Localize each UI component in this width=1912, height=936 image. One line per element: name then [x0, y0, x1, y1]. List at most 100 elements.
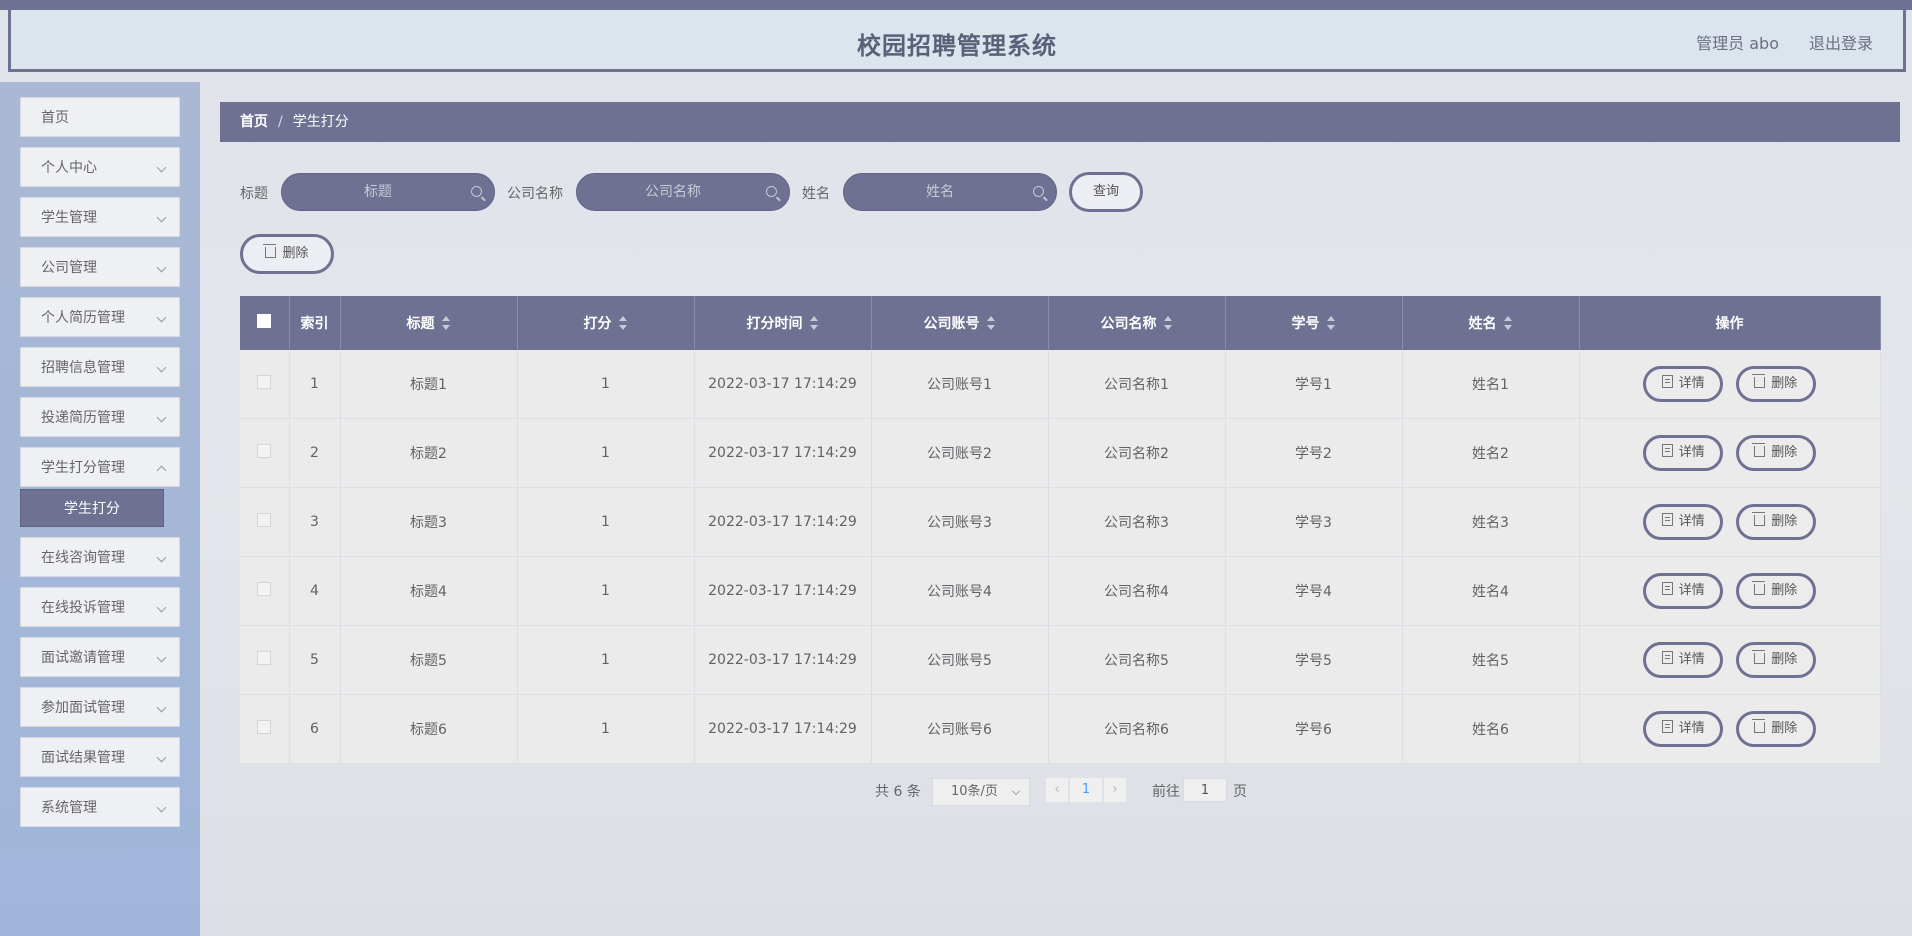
cell-student-id: 学号6 [1225, 694, 1403, 764]
sort-icon[interactable] [986, 316, 996, 330]
column-header-company[interactable]: 公司名称 [1048, 296, 1226, 350]
sidebar-item-label: 首页 [41, 110, 69, 126]
cell-account: 公司账号6 [871, 694, 1049, 764]
table-row: 5 标题5 1 2022-03-17 17:14:29 公司账号5 公司名称5 … [240, 625, 1881, 695]
detail-button[interactable]: 详情 [1643, 711, 1724, 747]
company-filter [576, 173, 790, 211]
search-icon [766, 186, 777, 197]
sidebar-item-job-info[interactable]: 招聘信息管理 [20, 347, 180, 387]
cell-student-id: 学号4 [1225, 556, 1403, 626]
column-header-label: 操作 [1715, 316, 1744, 332]
sidebar-item-students[interactable]: 学生管理 [20, 197, 180, 237]
cell-time: 2022-03-17 17:14:29 [694, 556, 872, 626]
pagination-total: 共 6 条 [875, 784, 921, 800]
sort-icon[interactable] [618, 316, 628, 330]
title-search-input[interactable] [282, 174, 494, 210]
select-all-checkbox[interactable] [257, 314, 272, 328]
sidebar-item-label: 学生打分管理 [41, 460, 125, 476]
sort-icon[interactable] [441, 316, 451, 330]
detail-button[interactable]: 详情 [1643, 642, 1724, 678]
sidebar-item-label: 学生管理 [41, 210, 97, 226]
sort-icon[interactable] [1503, 316, 1513, 330]
chevron-down-icon [156, 162, 167, 173]
column-header-account[interactable]: 公司账号 [871, 296, 1049, 350]
sidebar-item-label: 系统管理 [41, 800, 97, 816]
delete-button[interactable]: 删除 [1735, 642, 1816, 678]
sort-icon[interactable] [809, 316, 819, 330]
sidebar-item-system[interactable]: 系统管理 [20, 787, 180, 827]
sidebar-item-interview-results[interactable]: 面试结果管理 [20, 737, 180, 777]
cell-company: 公司名称4 [1048, 556, 1226, 626]
page-number-current[interactable]: 1 [1070, 778, 1102, 802]
row-select-cell [240, 350, 290, 419]
cell-score: 1 [517, 487, 695, 557]
breadcrumb-home[interactable]: 首页 [240, 114, 268, 130]
row-checkbox[interactable] [257, 513, 272, 527]
row-checkbox[interactable] [257, 720, 272, 734]
logout-link[interactable]: 退出登录 [1809, 30, 1873, 54]
sidebar-item-consulting[interactable]: 在线咨询管理 [20, 537, 180, 577]
cell-index: 6 [289, 694, 341, 764]
row-checkbox[interactable] [257, 651, 272, 665]
sidebar-item-scoring[interactable]: 学生打分管理 [20, 447, 180, 487]
sidebar-item-label: 招聘信息管理 [41, 360, 125, 376]
cell-time: 2022-03-17 17:14:29 [694, 350, 872, 419]
sidebar-item-interview-invites[interactable]: 面试邀请管理 [20, 637, 180, 677]
cell-title: 标题5 [340, 625, 518, 695]
cell-actions: 详情 删除 [1579, 350, 1881, 419]
row-checkbox[interactable] [257, 444, 272, 458]
row-checkbox[interactable] [257, 582, 272, 596]
column-header-name[interactable]: 姓名 [1402, 296, 1580, 350]
bulk-delete-button[interactable]: 删除 [240, 234, 334, 274]
trash-icon [1752, 581, 1766, 595]
cell-actions: 详情 删除 [1579, 625, 1881, 695]
name-search-input[interactable] [844, 174, 1056, 210]
cell-index: 2 [289, 418, 341, 488]
prev-page-button[interactable]: ‹ [1046, 778, 1068, 802]
detail-button-label: 详情 [1678, 376, 1705, 391]
sidebar-item-label: 个人简历管理 [41, 310, 125, 326]
sidebar-item-label: 公司管理 [41, 260, 97, 276]
sidebar-item-interview-attend[interactable]: 参加面试管理 [20, 687, 180, 727]
goto-page-input[interactable] [1184, 779, 1226, 801]
delete-button[interactable]: 删除 [1735, 435, 1816, 471]
sidebar-item-resumes[interactable]: 个人简历管理 [20, 297, 180, 337]
cell-score: 1 [517, 418, 695, 488]
title-filter-label: 标题 [240, 186, 268, 202]
row-checkbox[interactable] [257, 375, 272, 389]
column-header-time[interactable]: 打分时间 [694, 296, 872, 350]
goto-label: 前往 [1152, 784, 1180, 800]
app-title: 校园招聘管理系统 [857, 32, 1057, 60]
delete-button[interactable]: 删除 [1735, 504, 1816, 540]
delete-button[interactable]: 删除 [1735, 573, 1816, 609]
column-header-score[interactable]: 打分 [517, 296, 695, 350]
detail-button[interactable]: 详情 [1643, 504, 1724, 540]
next-page-button[interactable]: › [1104, 778, 1126, 802]
chevron-down-icon [156, 602, 167, 613]
detail-button[interactable]: 详情 [1643, 435, 1724, 471]
column-header-title[interactable]: 标题 [340, 296, 518, 350]
detail-button[interactable]: 详情 [1643, 366, 1724, 402]
trash-icon [1752, 719, 1766, 733]
sidebar-item-personal-center[interactable]: 个人中心 [20, 147, 180, 187]
sidebar: 首页 个人中心 学生管理 公司管理 个人简历管理 招聘信息管理 投递简历管理 学… [0, 82, 200, 936]
sidebar-item-submissions[interactable]: 投递简历管理 [20, 397, 180, 437]
sidebar-item-complaints[interactable]: 在线投诉管理 [20, 587, 180, 627]
cell-name: 姓名4 [1402, 556, 1580, 626]
delete-button[interactable]: 删除 [1735, 366, 1816, 402]
company-search-input[interactable] [577, 174, 789, 210]
detail-button[interactable]: 详情 [1643, 573, 1724, 609]
page-size-select[interactable]: 10条/页 [932, 778, 1030, 806]
cell-time: 2022-03-17 17:14:29 [694, 694, 872, 764]
sidebar-subitem-scoring[interactable]: 学生打分 [20, 489, 164, 527]
column-header-label: 姓名 [1468, 316, 1497, 332]
cell-actions: 详情 删除 [1579, 556, 1881, 626]
query-button[interactable]: 查询 [1069, 172, 1143, 212]
delete-button[interactable]: 删除 [1735, 711, 1816, 747]
sort-icon[interactable] [1163, 316, 1173, 330]
column-header-student-id[interactable]: 学号 [1225, 296, 1403, 350]
sidebar-item-label: 个人中心 [41, 160, 97, 176]
sidebar-item-home[interactable]: 首页 [20, 97, 180, 137]
sidebar-item-companies[interactable]: 公司管理 [20, 247, 180, 287]
sort-icon[interactable] [1326, 316, 1336, 330]
